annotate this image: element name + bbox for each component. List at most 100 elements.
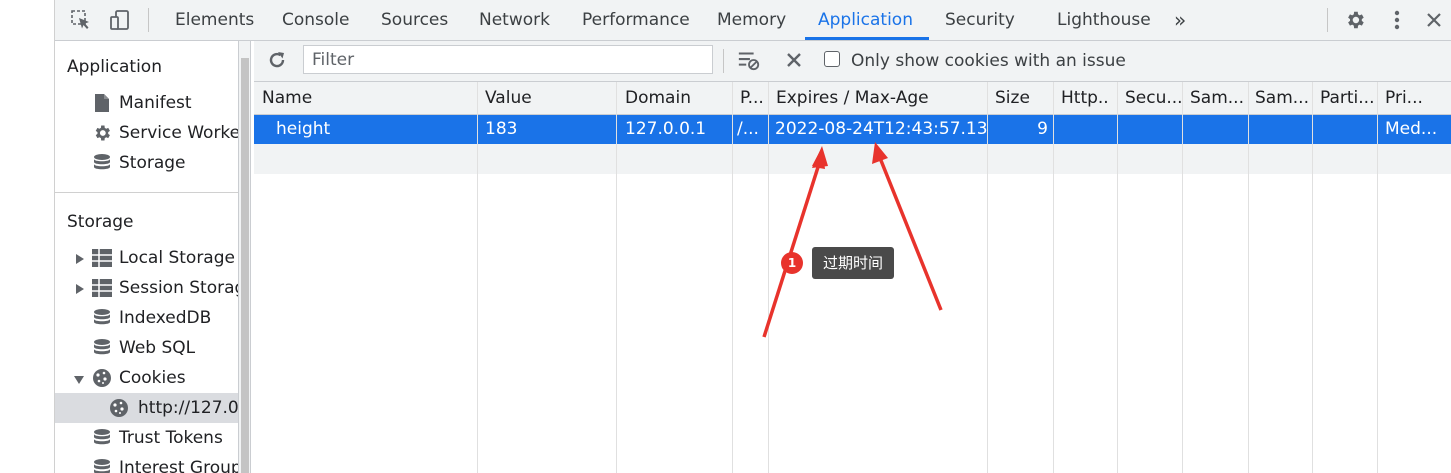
database-icon bbox=[92, 338, 112, 358]
delete-x-icon[interactable] bbox=[782, 48, 806, 72]
cell-size[interactable]: 9 bbox=[994, 115, 1048, 144]
column-divider bbox=[1312, 82, 1313, 473]
cell-path[interactable]: /... bbox=[737, 115, 765, 144]
cell-priority[interactable]: Med... bbox=[1385, 115, 1447, 144]
sidebar-item-label: Web SQL bbox=[119, 338, 196, 358]
column-header-size[interactable]: Size bbox=[995, 82, 1051, 114]
sidebar-item-manifest[interactable]: Manifest bbox=[55, 88, 238, 118]
document-icon bbox=[92, 93, 112, 113]
table-row-empty bbox=[254, 144, 1451, 174]
sidebar-section-storage: Storage bbox=[67, 212, 134, 232]
only-issue-checkbox[interactable] bbox=[824, 51, 840, 67]
column-header-value[interactable]: Value bbox=[485, 82, 613, 114]
cell-name[interactable]: height bbox=[276, 115, 476, 144]
toolbar-separator bbox=[148, 8, 149, 32]
active-tab-indicator bbox=[805, 37, 929, 40]
application-sidebar: Application Manifest Service Workers Sto… bbox=[55, 41, 238, 473]
database-icon bbox=[92, 308, 112, 328]
tab-console[interactable]: Console bbox=[282, 0, 350, 40]
only-issue-label[interactable]: Only show cookies with an issue bbox=[851, 41, 1126, 81]
gear-icon bbox=[92, 123, 112, 143]
column-header-path[interactable]: P... bbox=[740, 82, 768, 114]
sidebar-item-indexeddb[interactable]: IndexedDB bbox=[55, 303, 238, 333]
column-header-samesite[interactable]: Sam... bbox=[1190, 82, 1248, 114]
table-header: Name Value Domain P... Expires / Max-Age… bbox=[254, 82, 1451, 115]
sidebar-item-label: Manifest bbox=[119, 93, 192, 113]
column-header-secure[interactable]: Secu... bbox=[1125, 82, 1183, 114]
column-divider bbox=[987, 82, 988, 473]
tab-application[interactable]: Application bbox=[818, 0, 913, 40]
tab-performance[interactable]: Performance bbox=[582, 0, 690, 40]
inspect-element-icon[interactable] bbox=[69, 8, 93, 32]
device-toolbar-icon[interactable] bbox=[108, 8, 132, 32]
sidebar-item-cookie-origin[interactable]: http://127.0.0.1 bbox=[55, 393, 238, 423]
kebab-menu-icon[interactable] bbox=[1385, 8, 1409, 32]
tab-memory[interactable]: Memory bbox=[717, 0, 786, 40]
sidebar-item-label: Service Workers bbox=[119, 123, 238, 143]
sidebar-item-label: Interest Groups bbox=[119, 458, 238, 473]
column-header-sameparty[interactable]: Sam... bbox=[1255, 82, 1313, 114]
column-divider bbox=[1053, 82, 1054, 473]
tab-sources[interactable]: Sources bbox=[381, 0, 448, 40]
column-header-priority[interactable]: Pri... bbox=[1385, 82, 1447, 114]
collapse-triangle-icon[interactable] bbox=[74, 376, 84, 384]
sidebar-item-session-storage[interactable]: Session Storage bbox=[55, 273, 238, 303]
cookies-toolbar: Only show cookies with an issue bbox=[254, 41, 1451, 82]
toolbar-separator bbox=[723, 49, 724, 73]
column-header-name[interactable]: Name bbox=[262, 82, 474, 114]
clear-filtered-cookies-icon[interactable] bbox=[737, 48, 761, 72]
sidebar-item-cookies[interactable]: Cookies bbox=[55, 363, 238, 393]
tab-elements[interactable]: Elements bbox=[175, 0, 254, 40]
close-icon[interactable] bbox=[1422, 8, 1446, 32]
column-divider bbox=[1377, 82, 1378, 473]
sidebar-item-local-storage[interactable]: Local Storage bbox=[55, 243, 238, 273]
sidebar-item-storage-overview[interactable]: Storage bbox=[55, 148, 238, 178]
filter-input[interactable] bbox=[304, 46, 712, 73]
sidebar-item-service-workers[interactable]: Service Workers bbox=[55, 118, 238, 148]
sidebar-item-web-sql[interactable]: Web SQL bbox=[55, 333, 238, 363]
filter-box bbox=[303, 45, 713, 74]
cookie-icon bbox=[92, 368, 112, 388]
tab-network[interactable]: Network bbox=[479, 0, 550, 40]
cell-domain[interactable]: 127.0.0.1 bbox=[625, 115, 731, 144]
sidebar-item-interest-groups[interactable]: Interest Groups bbox=[55, 453, 238, 473]
devtools-tab-bar: Elements Console Sources Network Perform… bbox=[55, 0, 1451, 41]
tab-lighthouse[interactable]: Lighthouse bbox=[1057, 0, 1151, 40]
column-divider bbox=[616, 82, 617, 473]
column-divider bbox=[1248, 82, 1249, 473]
column-divider bbox=[477, 82, 478, 473]
table-row[interactable]: height 183 127.0.0.1 /... 2022-08-24T12:… bbox=[254, 115, 1451, 144]
tab-security[interactable]: Security bbox=[945, 0, 1015, 40]
devtools-window: Elements Console Sources Network Perform… bbox=[55, 0, 1451, 473]
column-divider bbox=[1182, 82, 1183, 473]
sidebar-item-label: Cookies bbox=[119, 368, 186, 388]
column-divider bbox=[732, 82, 733, 473]
sidebar-item-trust-tokens[interactable]: Trust Tokens bbox=[55, 423, 238, 453]
sidebar-item-label: Local Storage bbox=[119, 248, 235, 268]
grid-icon bbox=[92, 278, 112, 298]
gear-icon[interactable] bbox=[1343, 8, 1367, 32]
more-tabs-chevron-icon[interactable]: » bbox=[1174, 0, 1186, 40]
refresh-icon[interactable] bbox=[265, 48, 289, 72]
column-header-partition[interactable]: Parti... bbox=[1320, 82, 1378, 114]
expand-triangle-icon[interactable] bbox=[76, 254, 84, 264]
sidebar-section-application: Application bbox=[67, 57, 162, 77]
sidebar-item-label: Trust Tokens bbox=[119, 428, 223, 448]
database-icon bbox=[92, 153, 112, 173]
expand-triangle-icon[interactable] bbox=[76, 284, 84, 294]
sidebar-resizer-scrollbar[interactable] bbox=[238, 41, 251, 473]
left-margin-strip bbox=[0, 0, 55, 473]
cookie-icon bbox=[109, 398, 129, 418]
column-header-expires[interactable]: Expires / Max-Age bbox=[776, 82, 984, 114]
scrollbar-thumb[interactable] bbox=[241, 58, 249, 473]
sidebar-item-label: http://127.0.0.1 bbox=[138, 398, 238, 418]
annotation-badge: 1 bbox=[781, 252, 803, 274]
grid-icon bbox=[92, 248, 112, 268]
column-header-domain[interactable]: Domain bbox=[625, 82, 731, 114]
column-header-httponly[interactable]: Http.. bbox=[1061, 82, 1119, 114]
sidebar-item-label: IndexedDB bbox=[119, 308, 212, 328]
column-divider bbox=[768, 82, 769, 473]
cell-expires[interactable]: 2022-08-24T12:43:57.13... bbox=[775, 115, 987, 144]
cell-value[interactable]: 183 bbox=[485, 115, 613, 144]
database-icon bbox=[92, 428, 112, 448]
